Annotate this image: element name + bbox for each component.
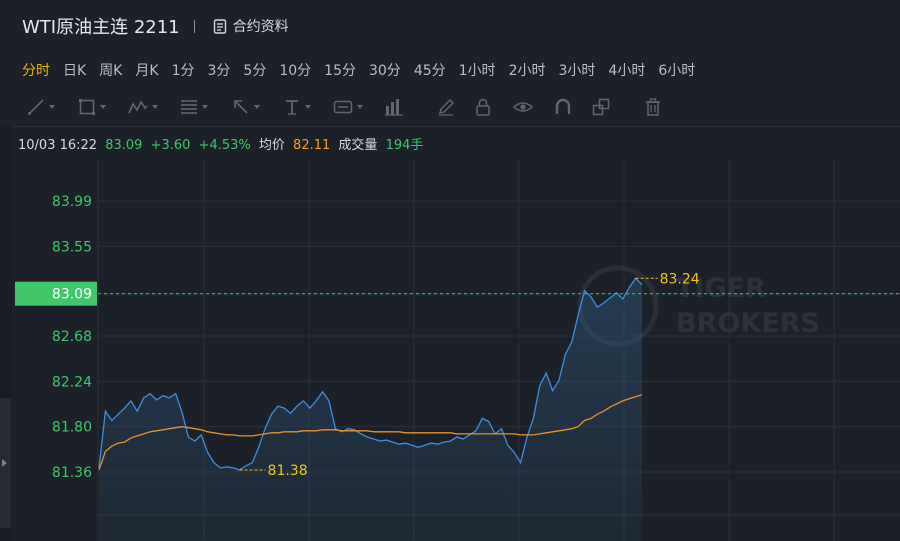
period-tab-2[interactable]: 周K xyxy=(99,60,122,80)
period-tab-13[interactable]: 3小时 xyxy=(558,60,595,80)
low-label: 81.38 xyxy=(268,463,308,479)
y-tick-label-2: 83.09 xyxy=(52,287,92,303)
avg-price-label: 均价 xyxy=(258,138,285,153)
document-icon xyxy=(213,18,226,34)
trash-icon xyxy=(646,98,660,116)
wave-tool[interactable] xyxy=(128,98,158,116)
volume-tool-icon xyxy=(385,99,403,116)
volume-value: 194手 xyxy=(385,138,424,153)
avg-price-value: 82.11 xyxy=(293,138,331,153)
y-tick-label-6: 81.36 xyxy=(52,465,92,481)
period-tab-6[interactable]: 5分 xyxy=(243,60,266,80)
period-tab-10[interactable]: 45分 xyxy=(414,60,446,80)
y-axis: 83.99 83.55 83.09 82.68 82.24 81.80 81.36 xyxy=(15,194,97,481)
period-tab-12[interactable]: 2小时 xyxy=(509,60,546,80)
drawing-toolbar xyxy=(0,90,900,126)
period-tabs: 分时 日K 周K 月K 1分 3分 5分 10分 15分 30分 45分 1小时 2小时 3小时 4小时 6小… xyxy=(0,52,900,88)
contract-info-button[interactable]: 合约资料 xyxy=(213,16,289,36)
y-tick-label-5: 81.80 xyxy=(52,420,92,436)
volume-tool[interactable] xyxy=(384,98,404,116)
quote-change: +3.60 xyxy=(150,138,191,153)
contract-info-label: 合约资料 xyxy=(232,19,289,35)
text-tool[interactable] xyxy=(283,98,311,116)
title-separator xyxy=(193,19,195,33)
fib-tool[interactable] xyxy=(180,98,208,116)
period-tab-9[interactable]: 30分 xyxy=(369,60,401,80)
clone-tool[interactable] xyxy=(592,98,610,116)
label-tool[interactable] xyxy=(333,98,363,116)
title-bar: WTI原油主连 2211 合约资料 xyxy=(0,0,900,52)
quote-price: 83.09 xyxy=(105,138,143,153)
page-title: WTI原油主连 2211 xyxy=(22,17,180,38)
pen-tool[interactable] xyxy=(437,98,455,116)
volume-label: 成交量 xyxy=(338,138,378,153)
magnet-tool[interactable] xyxy=(554,98,572,116)
y-tick-label-0: 83.99 xyxy=(52,194,92,210)
lock-tool[interactable] xyxy=(475,98,491,116)
period-tab-14[interactable]: 4小时 xyxy=(608,60,645,80)
high-label: 83.24 xyxy=(660,271,700,287)
toolbar-divider xyxy=(12,126,900,127)
period-tab-4[interactable]: 1分 xyxy=(172,60,195,80)
period-tab-7[interactable]: 10分 xyxy=(279,60,311,80)
chart-series xyxy=(98,277,643,541)
arrow-tool-icon xyxy=(234,100,248,114)
label-tool-icon xyxy=(333,100,353,114)
wave-tool-icon xyxy=(128,100,148,114)
fib-tool-icon xyxy=(181,100,197,114)
quote-change-pct: +4.53% xyxy=(198,138,251,153)
y-tick-label-3: 82.68 xyxy=(52,329,92,345)
rect-tool[interactable] xyxy=(78,98,106,116)
period-tab-0[interactable]: 分时 xyxy=(22,60,50,80)
y-tick-label-4: 82.24 xyxy=(52,374,92,390)
period-tab-15[interactable]: 6小时 xyxy=(658,60,695,80)
period-tab-11[interactable]: 1小时 xyxy=(459,60,496,80)
pen-icon xyxy=(438,98,455,116)
quote-line: 10/03 16:22 83.09 +3.60 +4.53% 均价 82.11 … xyxy=(18,134,427,153)
arrow-tool[interactable] xyxy=(232,98,260,116)
delete-tool[interactable] xyxy=(645,98,661,116)
eye-tool[interactable] xyxy=(513,98,533,116)
lock-icon xyxy=(476,98,490,116)
period-tab-3[interactable]: 月K xyxy=(135,60,158,80)
expand-arrow-icon[interactable] xyxy=(2,459,7,467)
y-tick-label-1: 83.55 xyxy=(52,239,92,255)
watermark-line-2: BROKERS xyxy=(676,308,820,339)
eye-icon xyxy=(513,102,533,112)
period-tab-5[interactable]: 3分 xyxy=(207,60,230,80)
rect-tool-icon xyxy=(79,99,95,115)
clone-icon xyxy=(592,98,610,116)
intraday-chart[interactable]: TIGER BROKERS 83.9983.5583.0982.6882.248… xyxy=(12,160,900,541)
line-tool[interactable] xyxy=(27,98,55,116)
period-tab-1[interactable]: 日K xyxy=(63,60,86,80)
line-tool-icon xyxy=(28,99,44,115)
period-tab-8[interactable]: 15分 xyxy=(324,60,356,80)
text-tool-icon xyxy=(286,100,298,115)
magnet-icon xyxy=(555,98,571,114)
quote-time: 10/03 16:22 xyxy=(18,138,98,153)
